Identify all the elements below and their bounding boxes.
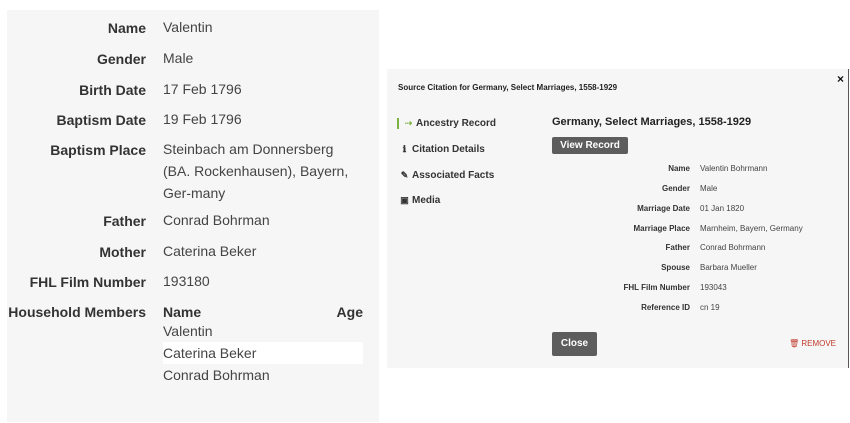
field-value: Conrad Bohrman (163, 212, 270, 228)
citation-field-label: FHL Film Number (623, 283, 690, 292)
close-button[interactable]: Close (552, 332, 597, 356)
citation-field-value: Male (700, 184, 718, 193)
citation-field-value: Marnheim, Bayern, Germany (700, 224, 803, 233)
citation-field-value: cn 19 (700, 303, 720, 312)
source-citation-modal: Source Citation for Germany, Select Marr… (387, 69, 849, 368)
field-label: FHL Film Number (29, 274, 146, 290)
remove-label: REMOVE (801, 339, 836, 348)
household-member: Caterina Beker (163, 342, 363, 364)
nav-label: Citation Details (412, 144, 485, 155)
nav-ancestry-record[interactable]: ⇢ Ancestry Record (397, 118, 496, 129)
trash-icon: 🗑 (789, 339, 800, 348)
field-value: 19 Feb 1796 (163, 111, 242, 127)
field-label: Baptism Place (50, 142, 146, 158)
citation-field-value: 193043 (700, 283, 727, 292)
nav-media[interactable]: ▣ Media (399, 195, 440, 206)
view-record-button[interactable]: View Record (552, 137, 628, 154)
citation-field-value: Conrad Bohrmann (700, 243, 766, 252)
info-icon: ℹ (402, 144, 407, 154)
field-value: 17 Feb 1796 (163, 81, 242, 97)
household-members-label: Household Members (8, 304, 146, 320)
citation-field-value: Valentin Bohrmann (700, 164, 768, 173)
field-value: Male (163, 50, 194, 66)
nav-associated-facts[interactable]: ✎ Associated Facts (399, 170, 495, 181)
ancestry-leaf-icon: ⇢ (404, 118, 413, 128)
citation-field-label: Marriage Place (633, 224, 690, 233)
citation-field-label: Reference ID (641, 303, 690, 312)
citation-field-label: Marriage Date (637, 204, 690, 213)
citation-field-label: Gender (661, 184, 690, 193)
citation-field-value: Barbara Mueller (700, 263, 757, 272)
household-col-age: Age (336, 304, 363, 320)
citation-field-label: Spouse (661, 263, 690, 272)
household-header: Name Age (163, 304, 363, 320)
field-value: Caterina Beker (163, 243, 257, 259)
field-label: Baptism Date (56, 112, 146, 128)
field-label: Father (103, 213, 146, 229)
nav-citation-details[interactable]: ℹ Citation Details (399, 144, 485, 155)
record-detail-panel: Name Valentin Gender Male Birth Date 17 … (7, 10, 379, 422)
field-label: Birth Date (79, 82, 146, 98)
nav-label: Ancestry Record (416, 118, 497, 129)
household-col-name: Name (163, 304, 202, 320)
citation-field-label: Father (665, 243, 690, 252)
citation-title: Germany, Select Marriages, 1558-1929 (552, 116, 752, 128)
field-label: Gender (96, 51, 146, 67)
citation-field-label: Name (668, 164, 690, 173)
field-value: Valentin (163, 19, 213, 35)
close-icon[interactable]: × (837, 72, 844, 86)
field-value: Steinbach am Donnersberg (BA. Rockenhaus… (163, 141, 349, 201)
citation-field-value: 01 Jan 1820 (700, 204, 745, 213)
nav-label: Media (412, 195, 441, 206)
household-member: Conrad Bohrman (163, 367, 270, 383)
field-label: Name (107, 20, 146, 36)
field-label: Mother (99, 244, 146, 260)
modal-title: Source Citation for Germany, Select Marr… (398, 83, 618, 92)
nav-label: Associated Facts (412, 170, 495, 181)
household-member: Valentin (163, 323, 213, 339)
field-value: 193180 (163, 273, 210, 289)
media-icon: ▣ (400, 195, 409, 205)
pencil-icon: ✎ (400, 170, 409, 180)
remove-button[interactable]: 🗑 REMOVE (789, 339, 836, 348)
